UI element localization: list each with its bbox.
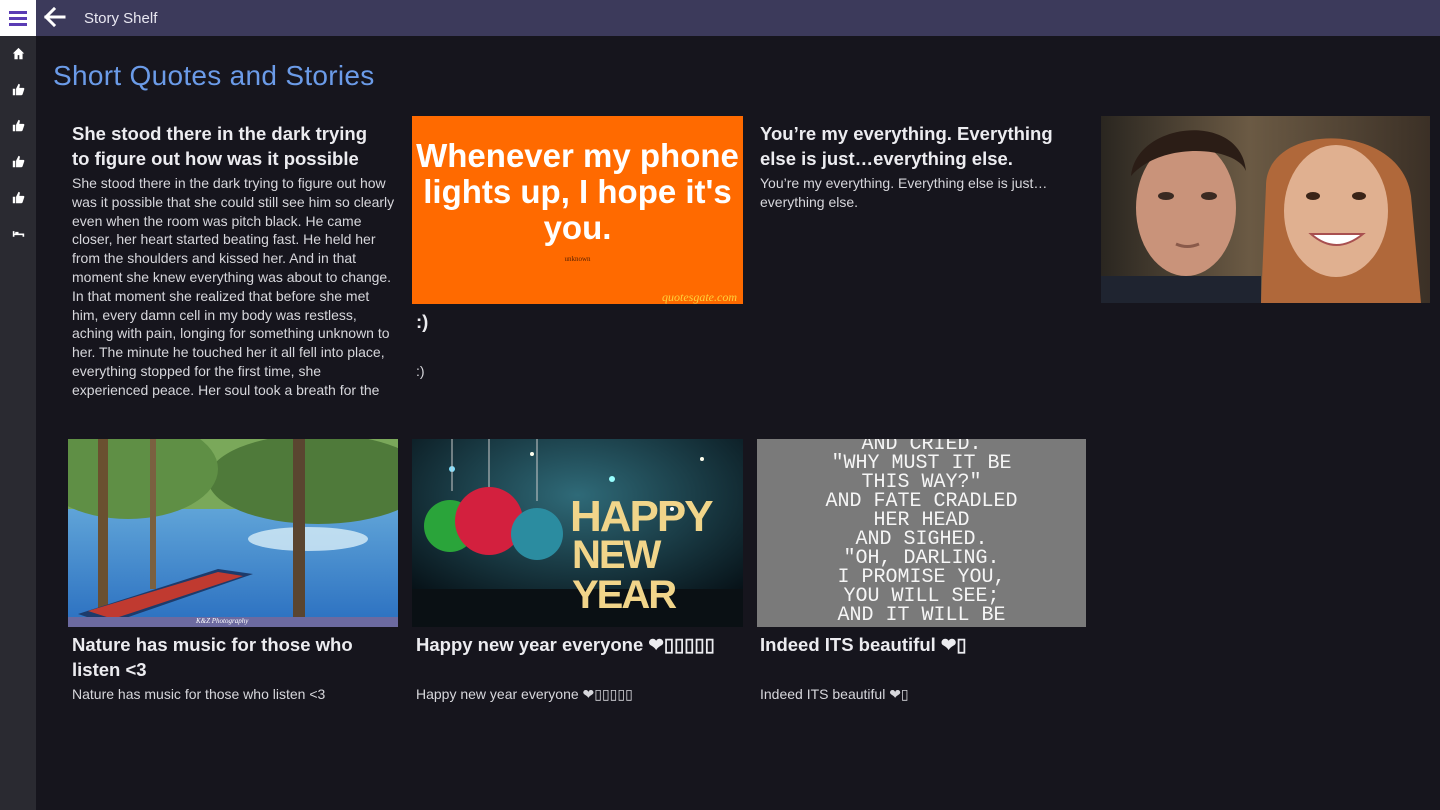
thumbs-up-icon bbox=[12, 191, 24, 203]
story-body: Indeed ITS beautiful ❤▯ bbox=[760, 686, 909, 702]
nav-likes-button-1[interactable] bbox=[8, 79, 28, 99]
bed-icon bbox=[12, 230, 24, 237]
couple-photo bbox=[1101, 116, 1430, 303]
image-watermark: K&Z Photography bbox=[196, 617, 249, 625]
thumbs-up-icon bbox=[12, 155, 24, 167]
new-year-image: HAPPY NEW YEAR bbox=[412, 439, 743, 627]
image-quote-line: AND IT WILL BE bbox=[837, 604, 1006, 627]
page-title: Short Quotes and Stories bbox=[53, 60, 375, 91]
image-author-text: unknown bbox=[564, 255, 591, 263]
nature-photo: K&Z Photography bbox=[68, 439, 398, 627]
image-text-new-year: NEW YEAR bbox=[572, 533, 677, 617]
image-quote-lines: AND CRIED. "WHY MUST IT BE THIS WAY?" AND F… bbox=[757, 439, 1086, 627]
story-title: :) bbox=[416, 311, 429, 332]
hamburger-menu-button[interactable] bbox=[0, 0, 36, 36]
story-body: Nature has music for those who listen <3 bbox=[72, 686, 326, 702]
image-text-happy: HAPPY bbox=[570, 492, 714, 541]
back-button[interactable] bbox=[43, 5, 66, 29]
nav-likes-button-2[interactable] bbox=[8, 115, 28, 135]
nav-rail bbox=[0, 36, 36, 810]
thumbs-up-icon bbox=[12, 119, 24, 131]
image-watermark: quotesgate.com bbox=[662, 290, 737, 304]
app-title: Story Shelf bbox=[84, 10, 158, 27]
story-body: She stood there in the dark trying to fi… bbox=[72, 175, 395, 404]
story-body: :) bbox=[416, 363, 425, 379]
story-body: Happy new year everyone ❤▯▯▯▯▯ bbox=[416, 686, 633, 702]
story-title: Indeed ITS beautiful ❤▯ bbox=[760, 634, 967, 655]
story-title: Nature has music for those who listen <3 bbox=[72, 634, 353, 680]
nav-home-button[interactable] bbox=[8, 43, 28, 63]
story-body: You’re my everything. Everything else is… bbox=[760, 175, 1048, 210]
back-arrow-icon bbox=[43, 6, 66, 28]
story-title: She stood there in the dark trying to fi… bbox=[72, 123, 368, 169]
story-image: Whenever my phone lights up, I hope it's… bbox=[412, 116, 743, 304]
story-title: Happy new year everyone ❤▯▯▯▯▯ bbox=[416, 634, 715, 655]
nav-likes-button-4[interactable] bbox=[8, 187, 28, 207]
story-title: You’re my everything. Everything else is… bbox=[760, 123, 1053, 169]
image-quote-text: Whenever my phone lights up, I hope it's… bbox=[416, 137, 739, 246]
nav-bed-button[interactable] bbox=[8, 223, 28, 243]
thumbs-up-icon bbox=[12, 83, 24, 95]
title-bar: Story Shelf bbox=[0, 0, 1440, 36]
quote-image: AND CRIED. "WHY MUST IT BE THIS WAY?" AND F… bbox=[757, 439, 1086, 627]
home-icon bbox=[12, 47, 24, 59]
nav-likes-button-3[interactable] bbox=[8, 151, 28, 171]
